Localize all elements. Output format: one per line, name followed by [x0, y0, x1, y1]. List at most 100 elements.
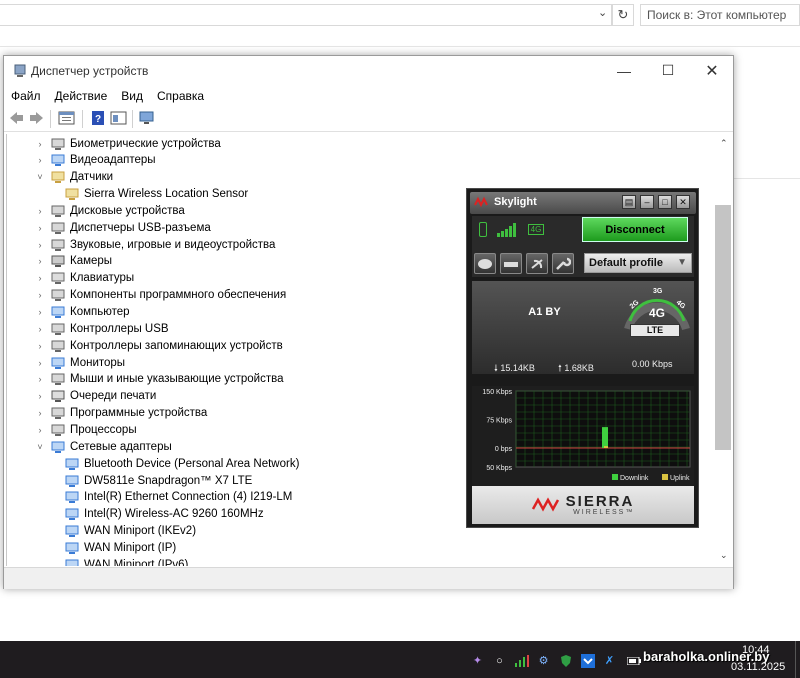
tree-category[interactable]: › Звуковые, игровые и видеоустройства — [35, 236, 275, 253]
address-bar[interactable] — [0, 4, 612, 26]
tree-category[interactable]: › Контроллеры USB — [35, 320, 169, 337]
chevron-right-icon[interactable]: › — [35, 307, 45, 317]
menu-action[interactable]: Действие — [48, 85, 115, 105]
back-arrow-icon[interactable] — [8, 110, 25, 126]
minimize-button[interactable]: — — [602, 56, 646, 85]
feather-icon[interactable]: ✦ — [470, 653, 485, 668]
tree-category[interactable]: › Камеры — [35, 253, 112, 270]
circle-icon[interactable]: ○ — [492, 653, 507, 668]
wrench-icon[interactable] — [552, 253, 574, 274]
chevron-right-icon[interactable]: › — [35, 223, 45, 233]
scan-hardware-icon[interactable] — [138, 110, 155, 126]
tree-category[interactable]: › Клавиатуры — [35, 270, 134, 287]
tree-device[interactable]: WAN Miniport (IP) — [65, 539, 176, 556]
tree-category[interactable]: › Компьютер — [35, 304, 130, 321]
device-icon[interactable] — [500, 253, 522, 274]
tree-device[interactable]: Intel(R) Ethernet Connection (4) I219-LM — [65, 489, 292, 506]
skylight-close-button[interactable]: ✕ — [676, 195, 690, 209]
signal-bars-icon[interactable] — [514, 653, 529, 668]
disconnect-button[interactable]: Disconnect — [582, 217, 688, 242]
chevron-down-icon[interactable]: ˅ — [35, 172, 45, 182]
properties-icon[interactable] — [58, 110, 75, 126]
tree-category[interactable]: › Видеоадаптеры — [35, 152, 156, 169]
chevron-right-icon[interactable]: › — [35, 374, 45, 384]
tree-category[interactable]: › Дисковые устройства — [35, 202, 185, 219]
processor-icon — [51, 424, 65, 436]
close-button[interactable]: ✕ — [690, 56, 734, 85]
software-component-icon — [51, 289, 65, 302]
bluetooth-icon[interactable]: ✗ — [602, 653, 617, 668]
camera-icon — [51, 255, 65, 268]
tree-device[interactable]: DW5811e Snapdragon™ X7 LTE — [65, 472, 252, 489]
tree-item-label: Клавиатуры — [70, 272, 135, 285]
tree-category[interactable]: ˅ Датчики — [35, 169, 113, 186]
tree-item-label: WAN Miniport (IPv6) — [84, 558, 189, 566]
skylight-minimize-button[interactable]: – — [640, 195, 654, 209]
sms-icon[interactable] — [474, 253, 496, 274]
chevron-right-icon[interactable]: › — [35, 391, 45, 401]
chevron-right-icon[interactable]: › — [35, 273, 45, 283]
skylight-title: Skylight — [494, 196, 537, 208]
profile-select-value: Default profile — [589, 257, 663, 269]
tree-device[interactable]: WAN Miniport (IKEv2) — [65, 523, 196, 540]
skylight-settings-button[interactable]: ▤ — [622, 195, 636, 209]
menu-file[interactable]: Файл — [4, 85, 48, 105]
tree-category[interactable]: › Контроллеры запоминающих устройств — [35, 337, 283, 354]
chevron-right-icon[interactable]: › — [35, 240, 45, 250]
tool-icon[interactable]: ⚙ — [536, 653, 551, 668]
network-adapter-icon — [65, 475, 79, 487]
chevron-right-icon[interactable]: › — [35, 341, 45, 351]
chevron-right-icon[interactable]: › — [35, 256, 45, 266]
brand-subtitle: WIRELESS™ — [573, 508, 635, 516]
chevron-right-icon[interactable]: › — [35, 324, 45, 334]
tree-category[interactable]: › Компоненты программного обеспечения — [35, 287, 286, 304]
chevron-right-icon[interactable]: › — [35, 408, 45, 418]
view-icon[interactable] — [110, 110, 127, 126]
tree-category[interactable]: › Программные устройства — [35, 405, 207, 422]
skylight-restore-button[interactable]: □ — [658, 195, 672, 209]
storage-controller-icon — [51, 340, 65, 352]
chevron-right-icon[interactable]: › — [35, 206, 45, 216]
maximize-button[interactable]: ☐ — [646, 56, 690, 85]
tree-category[interactable]: › Процессоры — [35, 421, 137, 438]
menu-help[interactable]: Справка — [150, 85, 211, 105]
menu-view[interactable]: Вид — [114, 85, 150, 105]
tree-category[interactable]: › Мониторы — [35, 354, 125, 371]
chevron-right-icon[interactable]: › — [35, 358, 45, 368]
tree-device[interactable]: WAN Miniport (IPv6) — [65, 556, 188, 566]
forward-arrow-icon[interactable] — [28, 110, 45, 126]
chevron-down-icon[interactable]: ⌄ — [598, 6, 607, 19]
help-icon[interactable]: ? — [90, 110, 107, 126]
skylight-title-bar[interactable]: Skylight ▤ – □ ✕ — [470, 192, 696, 214]
tree-device[interactable]: Bluetooth Device (Personal Area Network) — [65, 455, 299, 472]
chevron-right-icon[interactable]: › — [35, 425, 45, 435]
update-icon[interactable] — [580, 653, 595, 668]
background-scrollbar-thumb[interactable] — [715, 205, 731, 450]
profile-select[interactable]: Default profile ▼ — [584, 253, 692, 273]
title-bar[interactable]: Диспетчер устройств — ☐ ✕ — [4, 56, 733, 85]
clock-time[interactable]: 10:44 — [742, 644, 770, 656]
tree-device[interactable]: Intel(R) Wireless-AC 9260 160MHz — [65, 506, 264, 523]
tree-category[interactable]: › Диспетчеры USB-разъема — [35, 219, 211, 236]
network-adapter-icon — [65, 525, 79, 538]
search-input[interactable]: Поиск в: Этот компьютер — [640, 4, 800, 26]
battery-status-icon[interactable] — [626, 653, 641, 668]
tree-category[interactable]: ˅ Сетевые адаптеры — [35, 438, 172, 455]
tree-category[interactable]: › Очереди печати — [35, 388, 156, 405]
tree-item-label: Мониторы — [70, 356, 126, 369]
refresh-icon[interactable]: ↻ — [612, 4, 634, 26]
tree-category[interactable]: › Мыши и иные указывающие устройства — [35, 371, 284, 388]
shield-icon[interactable] — [558, 653, 573, 668]
chevron-down-icon[interactable]: ˅ — [35, 442, 45, 452]
clock-date[interactable]: 03.11.2025 — [731, 661, 785, 673]
chevron-right-icon[interactable]: › — [35, 155, 45, 165]
tree-device[interactable]: Sierra Wireless Location Sensor — [65, 186, 248, 203]
tree-category[interactable]: › Биометрические устройства — [35, 135, 221, 152]
chevron-down-icon[interactable]: ⌄ — [720, 550, 728, 561]
satellite-icon[interactable] — [526, 253, 548, 274]
chevron-right-icon[interactable]: › — [35, 139, 45, 149]
chevron-right-icon[interactable]: › — [35, 290, 45, 300]
show-desktop-button[interactable] — [795, 641, 796, 678]
chevron-up-icon[interactable]: ⌃ — [720, 138, 728, 149]
tree-item-label: Очереди печати — [70, 390, 157, 403]
